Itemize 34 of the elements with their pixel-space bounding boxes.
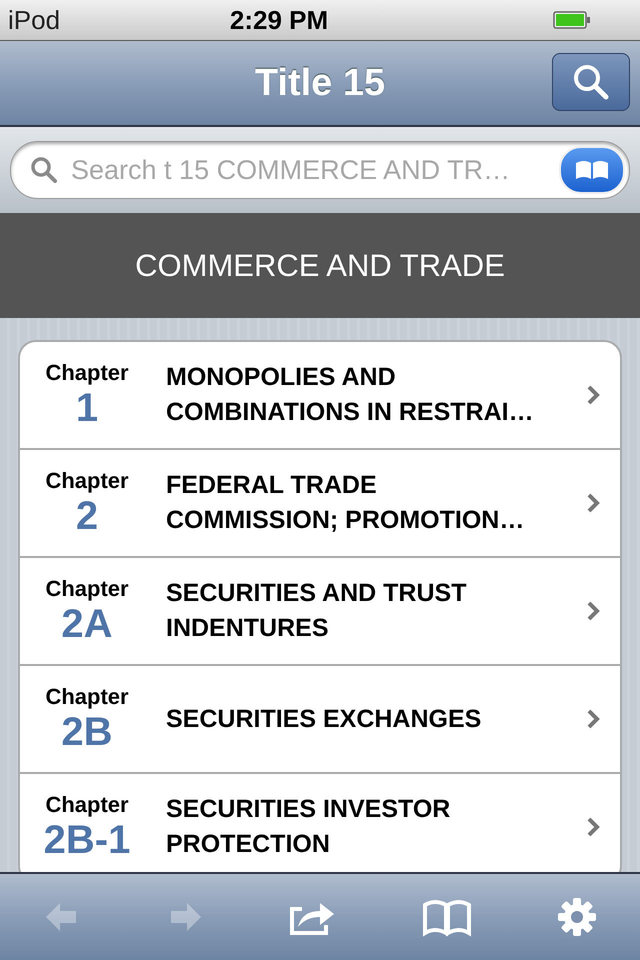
chapter-title: MONOPOLIES AND COMBINATIONS IN RESTRAI… — [165, 362, 535, 428]
chapter-title: FEDERAL TRADE COMMISSION; PROMOTION… — [165, 470, 526, 536]
chevron-icon — [586, 816, 600, 838]
chapter-row[interactable]: Chapter 1 MONOPOLIES AND COMBINATIONS IN RESTRAI… — [20, 342, 620, 450]
chapter-number: 2B — [61, 710, 113, 754]
chapter-label: Chapter — [45, 576, 129, 602]
chapter-label: Chapter — [45, 468, 129, 494]
search-icon — [29, 155, 59, 185]
chapter-title: SECURITIES INVESTOR PROTECTION — [165, 794, 452, 860]
chevron-icon — [586, 600, 600, 622]
chevron-icon — [586, 492, 600, 514]
chapter-label: Chapter — [45, 684, 129, 710]
nav-title: Title 15 — [254, 62, 386, 104]
chapter-number: 1 — [76, 386, 98, 430]
book-icon[interactable] — [421, 897, 474, 937]
chapter-number: 2B-1 — [44, 818, 130, 862]
search-box[interactable]: Search t 15 COMMERCE AND TR… — [10, 141, 630, 199]
chapter-title: SECURITIES AND TRUST INDENTURES — [165, 578, 468, 644]
status-time: 2:29 PM — [230, 4, 328, 36]
carrier-name: iPod — [8, 4, 62, 36]
chapter-label: Chapter — [45, 792, 129, 818]
settings-icon[interactable] — [556, 896, 598, 938]
search-button[interactable] — [552, 53, 630, 111]
section-header: COMMERCE AND TRADE — [0, 213, 640, 318]
chapter-number: 2 — [76, 494, 98, 538]
chapter-label: Chapter — [45, 360, 129, 386]
chapter-row[interactable]: Chapter 2B SECURITIES EXCHANGES — [20, 666, 620, 774]
chapter-row[interactable]: Chapter 2 FEDERAL TRADE COMMISSION; PROMOTION… — [20, 450, 620, 558]
chapter-number: 2A — [61, 602, 113, 646]
book-button[interactable] — [559, 146, 625, 194]
chapter-title: SECURITIES EXCHANGES — [165, 704, 482, 734]
chevron-icon — [586, 708, 600, 730]
chapter-row[interactable]: Chapter 2A SECURITIES AND TRUST INDENTURES — [20, 558, 620, 666]
chevron-icon — [586, 384, 600, 406]
